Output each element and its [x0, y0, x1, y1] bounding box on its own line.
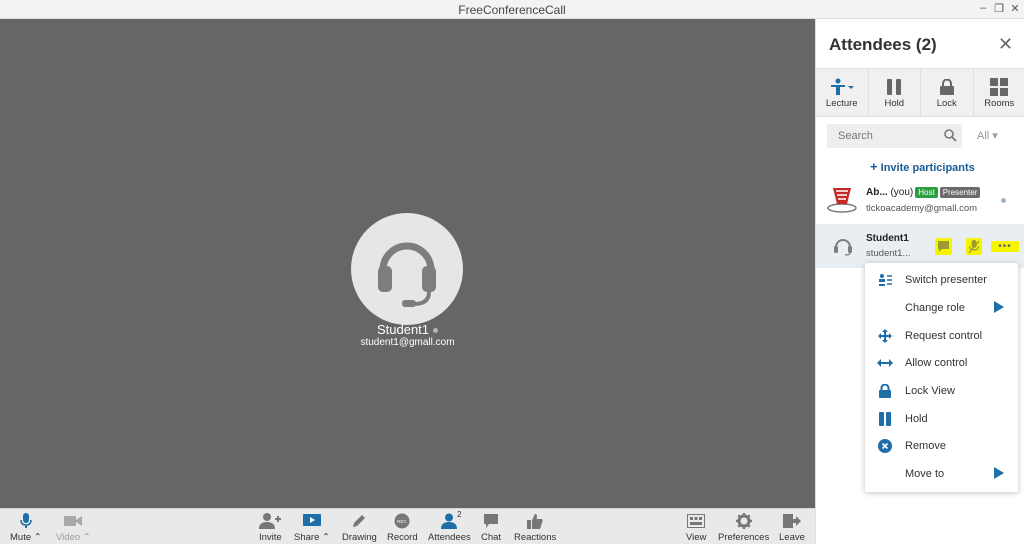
panel-toolbar: Lecture Hold Lock Rooms	[816, 68, 1024, 117]
attendee-row[interactable]: Student1 student1... •••	[816, 224, 1024, 268]
caret-down-icon: ▾	[992, 130, 998, 142]
attendees-count-badge: 2	[457, 510, 461, 519]
share-button[interactable]: Share ⌃	[294, 511, 330, 545]
rooms-button[interactable]: Rooms	[974, 69, 1024, 116]
svg-text:REC: REC	[398, 519, 408, 524]
lecture-podium-icon	[829, 78, 855, 96]
thumbs-up-icon	[527, 513, 543, 529]
menu-item-switch-presenter[interactable]: Switch presenter	[865, 268, 1018, 292]
attendees-button[interactable]: 2 Attendees	[428, 511, 471, 545]
chat-icon	[483, 513, 499, 529]
preferences-button[interactable]: Preferences	[718, 511, 769, 545]
exit-icon	[783, 514, 801, 528]
mute-button[interactable]: Mute ⌃	[10, 511, 42, 545]
video-stage	[0, 19, 815, 508]
menu-item-move-to[interactable]: Move to	[865, 462, 1018, 486]
person-icon	[441, 513, 457, 529]
menu-item-remove[interactable]: Remove	[865, 434, 1018, 458]
host-badge: Host	[915, 187, 937, 198]
remove-circle-icon	[878, 439, 892, 453]
stage-participant-email: student1@gmall.com	[0, 337, 815, 348]
restore-icon[interactable]: ❐	[992, 2, 1006, 15]
status-dot	[1001, 198, 1006, 203]
horizontal-arrows-icon	[877, 358, 893, 368]
title-bar: FreeConferenceCall – ❐ ✕	[0, 0, 1024, 19]
search-icon[interactable]	[944, 129, 957, 142]
lock-icon	[879, 384, 891, 398]
submenu-arrow-icon	[994, 301, 1004, 316]
chat-attendee-icon[interactable]	[935, 238, 952, 255]
attendee-search-input[interactable]	[827, 124, 962, 148]
lock-icon	[940, 79, 954, 95]
menu-item-change-role[interactable]: Change role	[865, 296, 1018, 320]
filter-dropdown[interactable]: All ▾	[977, 129, 998, 142]
window-title: FreeConferenceCall	[0, 3, 1024, 17]
reactions-button[interactable]: Reactions	[514, 511, 556, 545]
status-dot	[433, 328, 438, 333]
attendee-context-menu: Switch presenter Change role Request con…	[865, 263, 1018, 492]
rooms-grid-icon	[990, 78, 1008, 96]
mute-attendee-icon[interactable]	[966, 238, 982, 255]
chevron-up-icon[interactable]: ⌃	[322, 532, 330, 543]
view-grid-icon	[687, 514, 705, 528]
academy-logo-avatar	[827, 184, 857, 214]
panel-title: Attendees (2)	[829, 35, 937, 55]
lock-meeting-button[interactable]: Lock	[921, 69, 974, 116]
attendee-row[interactable]: Ab... (you)HostPresenter tlckoacademy@gm…	[816, 180, 1024, 222]
gear-icon	[736, 513, 752, 529]
invite-participants-link[interactable]: + Invite participants	[870, 159, 975, 174]
submenu-arrow-icon	[994, 467, 1004, 482]
record-icon: REC	[394, 513, 410, 529]
view-button[interactable]: View	[686, 511, 706, 545]
headset-icon	[834, 237, 852, 256]
share-screen-icon	[303, 514, 321, 528]
drawing-button[interactable]: Drawing	[342, 511, 377, 545]
stage-participant-name: Student1	[0, 322, 815, 337]
close-icon[interactable]: ✕	[998, 34, 1013, 55]
move-arrows-icon	[878, 329, 892, 343]
menu-item-hold[interactable]: Hold	[865, 407, 1018, 431]
menu-item-request-control[interactable]: Request control	[865, 324, 1018, 348]
record-button[interactable]: REC Record	[387, 511, 418, 545]
chat-button[interactable]: Chat	[481, 511, 501, 545]
participant-avatar	[351, 213, 463, 325]
invite-button[interactable]: Invite	[259, 511, 282, 545]
lecture-button[interactable]: Lecture	[816, 69, 869, 116]
presenter-badge: Presenter	[940, 187, 981, 198]
headset-icon	[374, 230, 440, 308]
microphone-icon	[19, 513, 33, 529]
switch-presenter-icon	[878, 273, 892, 287]
chevron-up-icon[interactable]: ⌃	[83, 532, 91, 543]
close-window-icon[interactable]: ✕	[1008, 2, 1022, 15]
leave-button[interactable]: Leave	[779, 511, 805, 545]
pencil-icon	[351, 513, 367, 529]
pause-icon	[887, 79, 901, 95]
plus-icon: +	[870, 159, 878, 174]
camera-icon	[64, 514, 82, 528]
menu-item-allow-control[interactable]: Allow control	[865, 351, 1018, 375]
menu-item-lock-view[interactable]: Lock View	[865, 379, 1018, 403]
add-person-icon	[259, 513, 281, 529]
more-options-icon[interactable]: •••	[991, 241, 1019, 252]
pause-icon	[879, 412, 891, 426]
minimize-icon[interactable]: –	[976, 2, 990, 14]
chevron-up-icon[interactable]: ⌃	[34, 532, 42, 543]
hold-all-button[interactable]: Hold	[869, 69, 922, 116]
meeting-toolbar: Mute ⌃ Video ⌃ Invite Share ⌃ Drawing RE…	[0, 508, 815, 544]
video-button[interactable]: Video ⌃	[56, 511, 91, 545]
